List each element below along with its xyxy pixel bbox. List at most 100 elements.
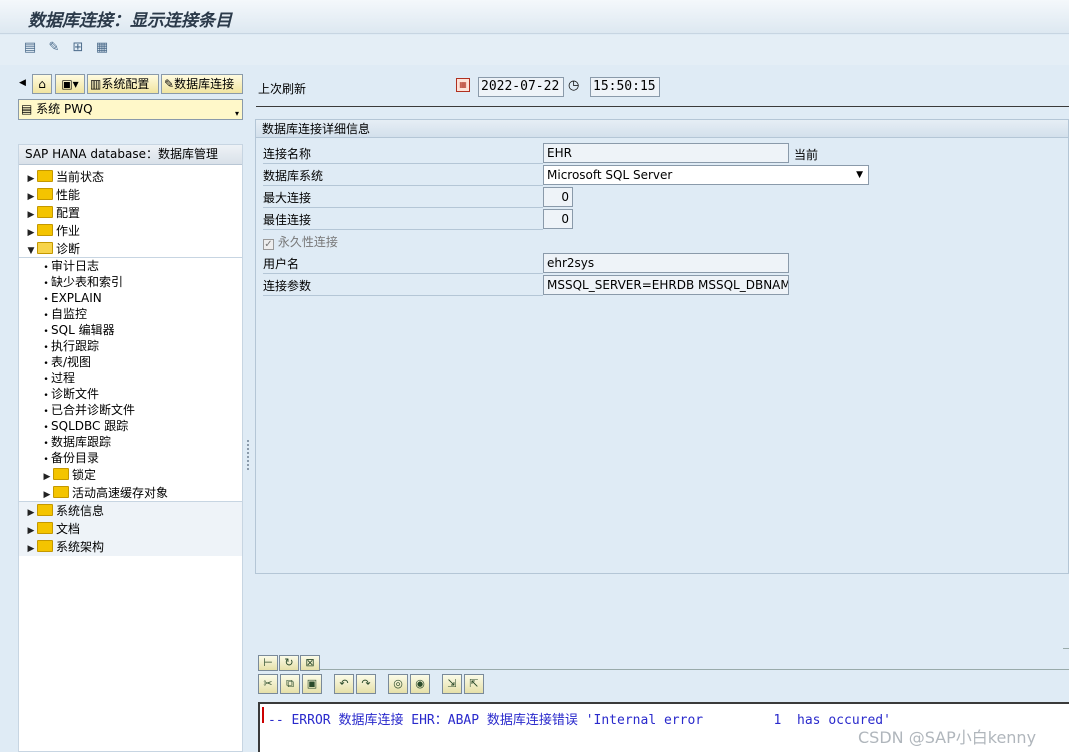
tree-leaf[interactable]: • 审计日志 xyxy=(41,258,99,274)
last-refresh-label: 上次刷新 xyxy=(258,82,307,96)
expand-icon[interactable]: ▶ xyxy=(25,523,37,539)
tree-node-active-cache-objects[interactable]: ▶ 活动高速缓存对象 xyxy=(41,485,168,501)
home-icon: ⌂ xyxy=(38,77,46,91)
navigation-tree: SAP HANA database：数据库管理 ▶ 当前状态 ▶ 性能 ▶ 配置 ▶ 作… xyxy=(18,144,243,752)
tree-node-documents[interactable]: ▶ 文档 xyxy=(25,521,80,537)
folder-icon xyxy=(53,468,69,480)
db-connection-button[interactable]: ✎数据库连接 xyxy=(161,74,243,94)
table-icon[interactable]: ▤ xyxy=(22,40,38,56)
navigation-pane: ◀ ⌂ ▣▾ ▥系统配置 ✎数据库连接 ▤ 系统 PWQ ▾ SAP HANA … xyxy=(16,70,245,752)
permanent-connection-label: 永久性连接 xyxy=(277,235,338,249)
db-system-select[interactable]: Microsoft SQL Server ▼ xyxy=(543,165,869,185)
cut-icon[interactable]: ✂ xyxy=(258,674,278,694)
group-title: 数据库连接详细信息 xyxy=(256,120,1068,138)
check-icon[interactable]: ⊢ xyxy=(258,655,278,671)
tree-node-current-status[interactable]: ▶ 当前状态 xyxy=(25,169,104,185)
clock-icon: ◷ xyxy=(568,78,580,93)
tree-leaf[interactable]: • 数据库跟踪 xyxy=(41,434,111,450)
system-selector[interactable]: ▤ 系统 PWQ ▾ xyxy=(18,99,243,120)
refresh-time-field: 15:50:15 xyxy=(590,77,660,97)
tree-leaf[interactable]: • 表/视图 xyxy=(41,354,91,370)
expand-icon[interactable]: ▶ xyxy=(25,541,37,557)
system-config-label: 系统配置 xyxy=(101,77,150,91)
folder-icon xyxy=(37,224,53,236)
connection-name-label: 连接名称 xyxy=(263,145,543,164)
tree-node-configuration[interactable]: ▶ 配置 xyxy=(25,205,80,221)
current-label: 当前 xyxy=(794,148,819,162)
tree-node-jobs[interactable]: ▶ 作业 xyxy=(25,223,80,239)
calendar-icon: ▦ xyxy=(456,78,470,92)
username-field[interactable]: ehr2sys xyxy=(543,253,789,273)
tree-node-diagnostics[interactable]: ▼ 诊断 xyxy=(25,241,80,257)
max-connections-label: 最大连接 xyxy=(263,189,543,208)
expand-icon[interactable]: ▶ xyxy=(25,171,37,187)
config-icon: ▥ xyxy=(90,77,102,91)
error-message: -- ERROR 数据库连接 EHR：ABAP 数据库连接错误 'Interna… xyxy=(268,713,891,728)
undo-icon[interactable]: ↶ xyxy=(334,674,354,694)
permanent-connection-checkbox[interactable]: ✓ 永久性连接 xyxy=(263,233,338,250)
connection-params-field[interactable]: MSSQL_SERVER=EHRDB MSSQL_DBNAME… xyxy=(543,275,789,295)
optimal-connections-field[interactable]: 0 xyxy=(543,209,573,229)
divider xyxy=(256,106,1069,107)
dropdown-icon[interactable]: ▼ xyxy=(856,166,863,184)
connection-params-label: 连接参数 xyxy=(263,277,543,296)
tree-node-performance[interactable]: ▶ 性能 xyxy=(25,187,80,203)
find-icon[interactable]: ◎ xyxy=(388,674,408,694)
export-icon[interactable]: ⇱ xyxy=(464,674,484,694)
import-icon[interactable]: ⇲ xyxy=(442,674,462,694)
expand-icon[interactable]: ▶ xyxy=(25,207,37,223)
tree-menu-button[interactable]: ▣▾ xyxy=(55,74,85,94)
tree-leaf[interactable]: • 自监控 xyxy=(41,306,87,322)
connection-name-field[interactable]: EHR xyxy=(543,143,789,163)
text-cursor xyxy=(262,707,264,723)
checkmark-icon: ✓ xyxy=(263,239,274,250)
db-system-label: 数据库系统 xyxy=(263,167,543,186)
tree-leaf[interactable]: • 已合并诊断文件 xyxy=(41,402,135,418)
tree-leaf[interactable]: • 诊断文件 xyxy=(41,386,99,402)
db-connection-label: 数据库连接 xyxy=(174,77,235,91)
home-button[interactable]: ⌂ xyxy=(32,74,52,94)
expand-icon[interactable]: ▶ xyxy=(25,225,37,241)
expand-icon[interactable]: ▶ xyxy=(25,189,37,205)
tree-leaf[interactable]: • SQL 编辑器 xyxy=(41,322,114,338)
connection-details-group: 数据库连接详细信息 连接名称 EHR 当前 数据库系统 Microsoft SQ… xyxy=(255,119,1069,574)
scroll-left-icon[interactable]: ◀ xyxy=(19,78,26,88)
optimal-connections-label: 最佳连接 xyxy=(263,211,543,230)
system-value: 系统 PWQ xyxy=(36,102,93,116)
tree-node-locks[interactable]: ▶ 锁定 xyxy=(41,467,96,483)
activate-icon[interactable]: ↻ xyxy=(279,655,299,671)
system-icon: ▤ xyxy=(21,102,33,116)
refresh-date-field: 2022-07-22 xyxy=(478,77,564,97)
dropdown-icon[interactable]: ▾ xyxy=(235,104,239,123)
redo-icon[interactable]: ↷ xyxy=(356,674,376,694)
system-config-button[interactable]: ▥系统配置 xyxy=(87,74,159,94)
splitter-grip[interactable] xyxy=(247,440,251,470)
expand-icon[interactable]: ▶ xyxy=(41,469,53,485)
tree-leaf[interactable]: • SQLDBC 跟踪 xyxy=(41,418,128,434)
username-label: 用户名 xyxy=(263,255,543,274)
tree-node-system-info[interactable]: ▶ 系统信息 xyxy=(25,503,104,519)
tree-leaf[interactable]: • EXPLAIN xyxy=(41,290,101,306)
open-folder-icon xyxy=(37,242,53,254)
page-title: 数据库连接：显示连接条目 xyxy=(28,11,232,31)
tree-leaf[interactable]: • 执行跟踪 xyxy=(41,338,99,354)
max-connections-field[interactable]: 0 xyxy=(543,187,573,207)
folder-icon xyxy=(37,522,53,534)
application-toolbar: ▤ ✎ ⊞ ▦ xyxy=(0,35,1069,65)
copy-icon[interactable]: ⧉ xyxy=(280,674,300,694)
tree-leaf[interactable]: • 备份目录 xyxy=(41,450,99,466)
folder-icon xyxy=(37,504,53,516)
transport-icon[interactable]: ⊞ xyxy=(70,40,86,56)
layout-icon[interactable]: ▦ xyxy=(94,40,110,56)
delete-icon[interactable]: ⊠ xyxy=(300,655,320,671)
paste-icon[interactable]: ▣ xyxy=(302,674,322,694)
tree-node-system-landscape[interactable]: ▶ 系统架构 xyxy=(25,539,104,555)
tree-leaf[interactable]: • 缺少表和索引 xyxy=(41,274,123,290)
folder-icon xyxy=(37,170,53,182)
glasses-icon[interactable]: ✎ xyxy=(46,40,62,56)
expand-icon[interactable]: ▶ xyxy=(25,505,37,521)
tree-leaf[interactable]: • 过程 xyxy=(41,370,75,386)
find-next-icon[interactable]: ◉ xyxy=(410,674,430,694)
watermark: CSDN @SAP小白kenny xyxy=(858,728,1037,747)
pane-splitter[interactable] xyxy=(245,70,254,752)
